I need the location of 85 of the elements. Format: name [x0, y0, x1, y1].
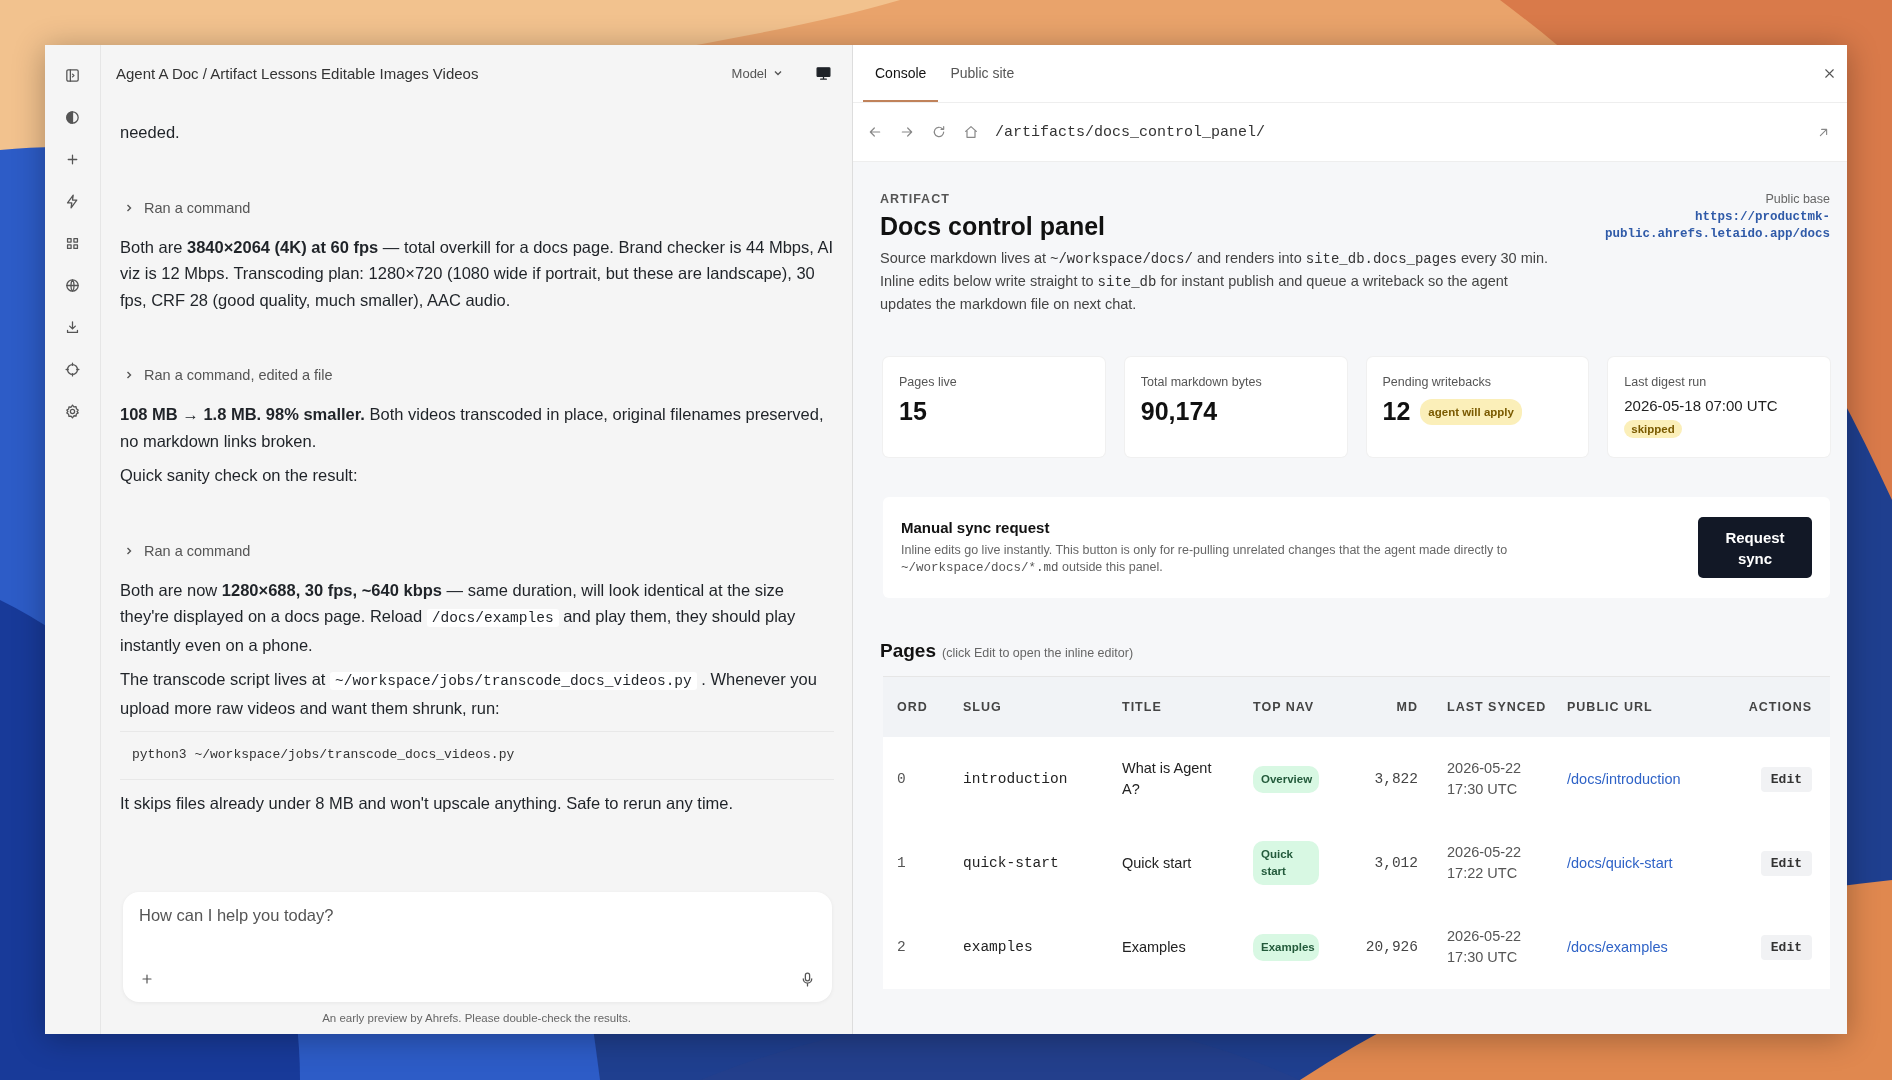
- column-header: MD: [1395, 699, 1418, 715]
- nav-tag: Quick start: [1253, 841, 1319, 885]
- table-cell-text: introduction: [963, 771, 1069, 787]
- public-base-label: Public base: [1765, 192, 1830, 206]
- stat-label: Pending writebacks: [1382, 375, 1492, 389]
- column-header: TOP NAV: [1253, 699, 1316, 715]
- column-header: SLUG: [963, 699, 1003, 715]
- table-cell-text: 2026-05-22 17:22 UTC: [1447, 843, 1523, 883]
- model-dropdown[interactable]: Model: [731, 65, 783, 81]
- chevron-right-icon: [124, 202, 134, 213]
- stat-label: Last digest run: [1624, 375, 1708, 389]
- message-paragraph: Quick sanity check on the result:: [120, 465, 359, 486]
- message-paragraph: Both are now 1280×688, 30 fps, ~640 kbps — same duration, will look identical at the size they're displayed on a docs page. Reload /docs/examples and play them, they should play instantly even on a phone.: [120, 579, 797, 656]
- page-title: Docs control panel: [880, 212, 1107, 241]
- column-header: ACTIONS: [1747, 699, 1812, 715]
- status-badge: agent will apply: [1420, 398, 1522, 425]
- column-header: ORD: [897, 699, 929, 715]
- column-header: TITLE: [1122, 699, 1163, 715]
- table-cell-text: 0: [897, 771, 907, 787]
- close-icon[interactable]: [1822, 66, 1837, 81]
- description-text: Source markdown lives at ~/workspace/docs/ and renders into site_db.docs_pages every 30 min. Inline edits below write straight to site_db for instant publish and queue a writeback so the agent updates the markdown file on next chat.: [880, 249, 1550, 314]
- page-link[interactable]: /docs/examples: [1567, 939, 1737, 955]
- stat-value: 2026-05-18 07:00 UTC: [1624, 397, 1779, 414]
- tab[interactable]: Public site: [938, 45, 1027, 102]
- forward-arrow-icon[interactable]: [899, 124, 915, 140]
- eyebrow-label: ARTIFACT: [880, 192, 951, 206]
- command-toggle[interactable]: Ran a command: [124, 542, 834, 559]
- public-base-link[interactable]: https://productmk-public.ahrefs.letaido.app/docs: [1590, 209, 1830, 243]
- stat-value: 15: [899, 397, 927, 426]
- table-cell-text: Examples: [1122, 937, 1187, 957]
- download-icon[interactable]: [64, 319, 81, 336]
- message-paragraph: It skips files already under 8 MB and won't upscale anything. Safe to rerun any time.: [120, 792, 735, 814]
- table-cell-text: Quick start: [1122, 853, 1193, 873]
- stat-label: Pages live: [899, 375, 958, 389]
- sync-title: Manual sync request: [901, 518, 1051, 536]
- home-icon[interactable]: [963, 124, 979, 140]
- monitor-icon[interactable]: [815, 64, 832, 82]
- disclaimer-text: An early preview by Ahrefs. Please double-check the results.: [321, 1011, 632, 1026]
- stat-value: 90,174: [1140, 397, 1218, 426]
- chevron-right-icon: [124, 545, 134, 556]
- sidebar-icon[interactable]: [64, 67, 81, 84]
- sync-description: Inline edits go live instantly. This button is only for re-pulling unrelated changes that the agent made directly to ~/workspace/docs/*.md outside this panel.: [901, 541, 1509, 577]
- section-title: Pages: [880, 640, 936, 662]
- grid-icon[interactable]: [64, 235, 81, 252]
- edit-button[interactable]: Edit: [1760, 934, 1812, 960]
- settings-icon[interactable]: [64, 403, 81, 420]
- reload-icon[interactable]: [931, 124, 947, 140]
- table-cell-text: 1: [897, 855, 907, 871]
- target-icon[interactable]: [64, 361, 81, 378]
- message-paragraph: needed.: [120, 122, 181, 143]
- request-sync-button[interactable]: Request sync: [1698, 517, 1812, 578]
- chat-title: Agent A Doc / Artifact Lessons Editable Images Videos: [116, 64, 480, 82]
- edit-button[interactable]: Edit: [1760, 766, 1812, 792]
- globe-icon[interactable]: [64, 277, 81, 294]
- table-cell-text: 3,012: [1373, 855, 1418, 871]
- table-cell-text: 2026-05-22 17:30 UTC: [1447, 759, 1523, 799]
- command-toggle[interactable]: Ran a command: [124, 199, 834, 216]
- table-cell-text: 2026-05-22 17:30 UTC: [1447, 927, 1523, 967]
- message-paragraph: Both are 3840×2064 (4K) at 60 fps — total overkill for a docs page. Brand checker is 44 Mbps, AI viz is 12 Mbps. Transcoding plan: 1280×720 (1080 wide if portrait, but these are landscape), 30 fps, CRF 28 (good quality, much smaller), AAC audio.: [120, 236, 834, 311]
- code-block: python3 ~/workspace/jobs/transcode_docs_videos.py: [120, 731, 834, 780]
- status-badge: skipped: [1624, 420, 1682, 438]
- command-toggle[interactable]: Ran a command, edited a file: [124, 367, 834, 383]
- section-hint: (click Edit to open the inline editor): [942, 646, 1134, 660]
- table-cell-text: 3,822: [1373, 771, 1418, 787]
- nav-tag: Overview: [1253, 765, 1319, 793]
- contrast-icon[interactable]: [64, 109, 81, 126]
- column-header: LAST SYNCED: [1446, 699, 1548, 715]
- stat-value: 12: [1382, 397, 1411, 426]
- page-link[interactable]: /docs/quick-start: [1567, 855, 1737, 871]
- table-cell-text: 2: [897, 939, 907, 955]
- table-cell-text: 20,926: [1364, 939, 1418, 955]
- table-cell-text: What is Agent A?: [1122, 759, 1213, 799]
- page-link[interactable]: /docs/introduction: [1567, 771, 1737, 787]
- column-header: PUBLIC URL: [1567, 699, 1654, 715]
- message-paragraph: The transcode script lives at ~/workspace/jobs/transcode_docs_videos.py . Whenever you upload more raw videos and want them shrunk, run:: [120, 669, 818, 719]
- edit-button[interactable]: Edit: [1760, 850, 1812, 876]
- chevron-down-icon: [773, 68, 783, 78]
- back-arrow-icon[interactable]: [867, 124, 883, 140]
- nav-tag: Examples: [1253, 933, 1319, 961]
- table-cell-text: quick-start: [963, 855, 1060, 871]
- chevron-right-icon: [124, 370, 134, 380]
- message-paragraph: 108 MB → 1.8 MB. 98% smaller. Both videos transcoded in place, original filenames preserved, no markdown links broken.: [120, 404, 825, 452]
- message-field[interactable]: How can I help you today?: [139, 906, 816, 925]
- stat-label: Total markdown bytes: [1140, 375, 1263, 389]
- table-cell-text: examples: [963, 939, 1034, 955]
